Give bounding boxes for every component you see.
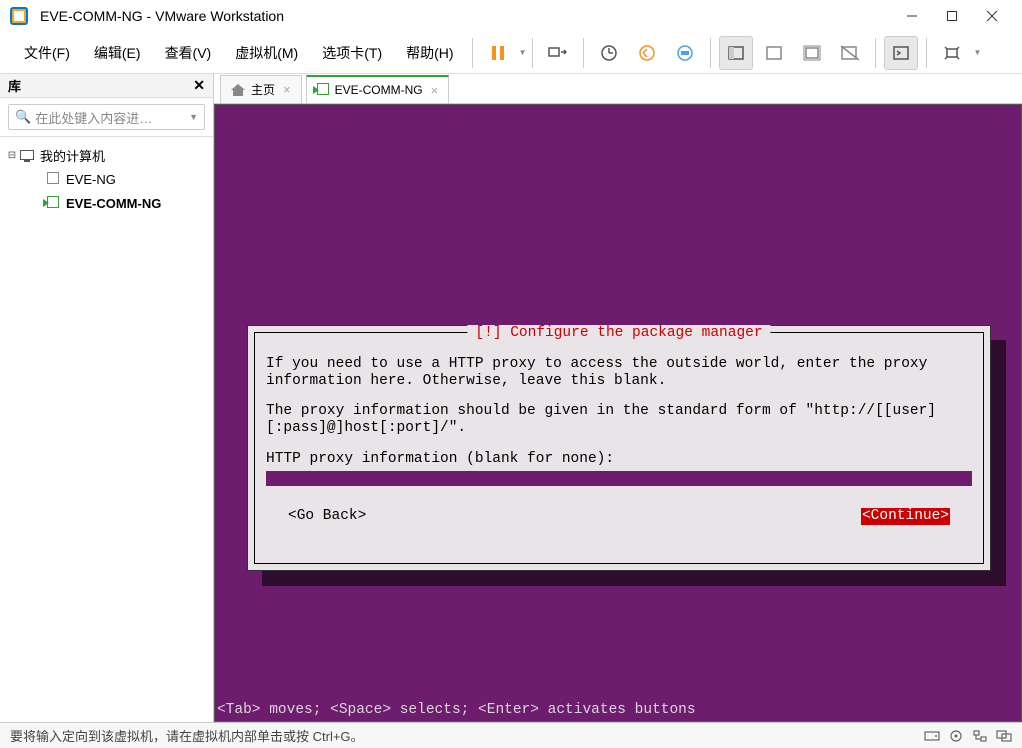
tree-root[interactable]: ⊟ 我的计算机	[0, 143, 213, 167]
unity-icon[interactable]	[833, 36, 867, 70]
view-multiple-icon[interactable]	[757, 36, 791, 70]
dialog-text-3: HTTP proxy information (blank for none):	[266, 451, 972, 468]
close-tab-icon[interactable]: ×	[283, 82, 291, 97]
console-icon[interactable]	[884, 36, 918, 70]
fullscreen-icon[interactable]	[795, 36, 829, 70]
app-icon	[10, 7, 28, 25]
vm-console[interactable]: [!] Configure the package manager If you…	[214, 104, 1022, 722]
tab-strip: 主页 × EVE-COMM-NG ×	[214, 74, 1022, 104]
dialog-text-2: The proxy information should be given in…	[266, 403, 972, 436]
maximize-button[interactable]	[932, 2, 972, 30]
dialog-text-1: If you need to use a HTTP proxy to acces…	[266, 356, 972, 389]
snapshot-icon[interactable]	[592, 36, 626, 70]
continue-button[interactable]: <Continue>	[861, 508, 950, 525]
home-icon	[231, 84, 245, 96]
library-sidebar: 库 ✕ 🔍 在此处键入内容进… ▼ ⊟ 我的计算机 EVE-NG EVE-COM…	[0, 74, 214, 722]
menu-help[interactable]: 帮助(H)	[394, 39, 465, 67]
cd-icon[interactable]	[948, 729, 964, 743]
vm-on-icon	[47, 196, 59, 208]
snapshot-manager-icon[interactable]	[668, 36, 702, 70]
menu-edit[interactable]: 编辑(E)	[82, 39, 153, 67]
search-dropdown-icon[interactable]: ▼	[189, 112, 198, 122]
status-text: 要将输入定向到该虚拟机，请在虚拟机内部单击或按 Ctrl+G。	[10, 726, 364, 745]
monitors-icon[interactable]	[996, 729, 1012, 743]
disk-icon[interactable]	[924, 729, 940, 743]
collapse-icon[interactable]: ⊟	[6, 150, 18, 161]
library-title: 库	[8, 76, 21, 95]
minimize-button[interactable]	[892, 2, 932, 30]
stretch-icon[interactable]: ▼	[933, 36, 981, 70]
installer-dialog: [!] Configure the package manager If you…	[247, 325, 991, 571]
menu-toolbar: 文件(F) 编辑(E) 查看(V) 虚拟机(M) 选项卡(T) 帮助(H) ▼ …	[0, 32, 1022, 74]
menu-view[interactable]: 查看(V)	[153, 39, 224, 67]
library-header: 库 ✕	[0, 74, 213, 98]
go-back-button[interactable]: <Go Back>	[288, 508, 366, 525]
window-title: EVE-COMM-NG - VMware Workstation	[40, 8, 284, 24]
close-library-icon[interactable]: ✕	[193, 77, 205, 94]
pause-button[interactable]: ▼	[479, 36, 527, 70]
search-placeholder: 在此处键入内容进…	[35, 108, 152, 127]
title-bar: EVE-COMM-NG - VMware Workstation	[0, 0, 1022, 32]
send-keys-icon[interactable]	[541, 36, 575, 70]
menu-vm[interactable]: 虚拟机(M)	[223, 39, 310, 67]
status-bar: 要将输入定向到该虚拟机，请在虚拟机内部单击或按 Ctrl+G。	[0, 722, 1022, 748]
dialog-title: [!] Configure the package manager	[467, 325, 770, 341]
vm-on-icon	[317, 83, 329, 95]
tab-vm[interactable]: EVE-COMM-NG ×	[306, 75, 450, 103]
tab-home[interactable]: 主页 ×	[220, 75, 302, 103]
tree-item-eve-ng[interactable]: EVE-NG	[0, 167, 213, 191]
close-tab-icon[interactable]: ×	[431, 83, 439, 98]
search-icon: 🔍	[15, 109, 31, 125]
tree-item-eve-comm-ng[interactable]: EVE-COMM-NG	[0, 191, 213, 215]
main-area: 主页 × EVE-COMM-NG × [!] Configure the pac…	[214, 74, 1022, 722]
menu-tabs[interactable]: 选项卡(T)	[310, 39, 394, 67]
close-button[interactable]	[972, 2, 1012, 30]
vm-tree: ⊟ 我的计算机 EVE-NG EVE-COMM-NG	[0, 137, 213, 221]
computer-icon	[20, 150, 34, 160]
vm-off-icon	[47, 172, 59, 184]
search-input[interactable]: 🔍 在此处键入内容进… ▼	[8, 104, 205, 130]
network-icon[interactable]	[972, 729, 988, 743]
view-single-icon[interactable]	[719, 36, 753, 70]
installer-hint: <Tab> moves; <Space> selects; <Enter> ac…	[215, 699, 1021, 721]
proxy-input[interactable]	[266, 471, 972, 486]
menu-file[interactable]: 文件(F)	[12, 39, 82, 67]
snapshot-revert-icon[interactable]	[630, 36, 664, 70]
